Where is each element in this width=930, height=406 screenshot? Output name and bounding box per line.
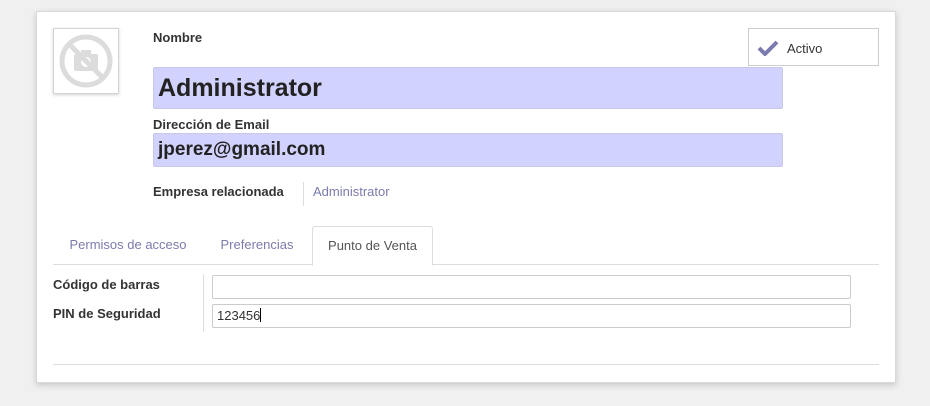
pin-label: PIN de Seguridad — [53, 306, 161, 321]
active-toggle-button[interactable]: Activo — [748, 28, 879, 66]
field-divider — [203, 274, 204, 332]
form-bottom-divider — [53, 364, 879, 365]
text-caret — [260, 308, 262, 322]
pin-value: 123456 — [217, 308, 261, 323]
email-input[interactable]: jperez@gmail.com — [153, 133, 783, 167]
name-label: Nombre — [153, 30, 203, 45]
no-camera-icon — [59, 34, 113, 88]
check-icon — [757, 40, 779, 56]
tab-punto-de-venta[interactable]: Punto de Venta — [312, 226, 433, 266]
company-label: Empresa relacionada — [153, 184, 284, 199]
avatar[interactable] — [53, 28, 119, 94]
tabs-divider — [53, 264, 879, 265]
barcode-input[interactable] — [212, 275, 851, 299]
barcode-label: Código de barras — [53, 277, 160, 292]
email-label: Dirección de Email — [153, 117, 270, 132]
pin-input[interactable]: 123456 — [212, 304, 851, 328]
active-label: Activo — [787, 41, 823, 56]
name-input[interactable]: Administrator — [153, 67, 783, 109]
tab-preferencias[interactable]: Preferencias — [207, 226, 307, 264]
field-divider — [303, 182, 304, 206]
company-link[interactable]: Administrator — [313, 184, 390, 199]
tab-permisos-de-acceso[interactable]: Permisos de acceso — [53, 226, 203, 264]
form-sheet: Nombre Administrator Dirección de Email … — [36, 11, 896, 383]
